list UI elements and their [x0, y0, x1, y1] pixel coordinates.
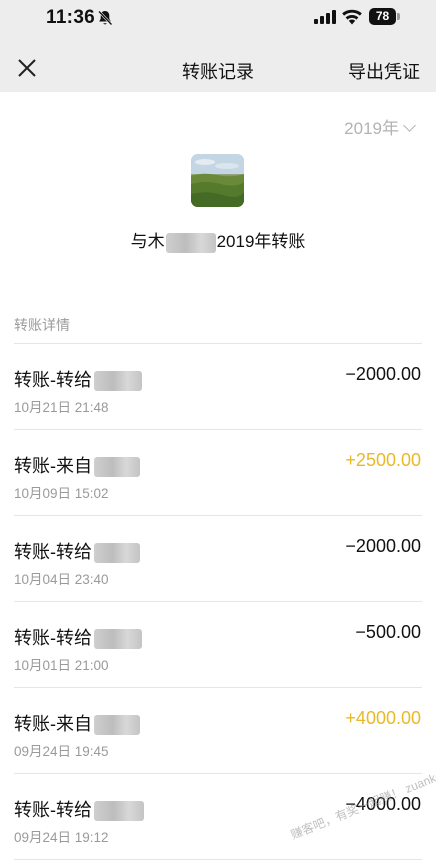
transaction-date: 10月21日 21:48 [14, 400, 109, 415]
wifi-icon [342, 9, 362, 25]
transfer-summary-title: 与木 2019年转账 [0, 227, 436, 253]
transaction-row[interactable]: 转账-转给 09月24日 19:12 −4000.00 [0, 774, 436, 860]
transaction-title: 转账-转给 [14, 366, 142, 392]
status-bar: 11:36 78 [0, 0, 436, 38]
transaction-title: 转账-来自 [14, 452, 140, 478]
transaction-title-text: 转账-转给 [14, 370, 92, 390]
navbar: 转账记录 导出凭证 [0, 38, 436, 92]
transaction-title-text: 转账-来自 [14, 456, 92, 476]
transaction-amount: +2500.00 [345, 450, 421, 470]
transaction-row[interactable]: 转账-来自 09月24日 19:45 +4000.00 [0, 688, 436, 774]
year-selector-label: 2019年 [344, 119, 399, 138]
signal-icon [314, 10, 336, 24]
transaction-amount: −2000.00 [345, 364, 421, 384]
transaction-title-text: 转账-转给 [14, 628, 92, 648]
transaction-title-text: 转账-来自 [14, 714, 92, 734]
year-selector[interactable]: 2019年 [344, 114, 416, 139]
transaction-amount: −2000.00 [345, 536, 421, 556]
redacted-name [94, 371, 142, 392]
transaction-title: 转账-转给 [14, 624, 142, 650]
redacted-name [94, 543, 140, 564]
summary-prefix: 与 [130, 232, 148, 251]
export-voucher-button[interactable]: 导出凭证 [348, 58, 420, 84]
transaction-title: 转账-转给 [14, 796, 144, 822]
bell-muted-icon [98, 10, 113, 26]
redacted-name [94, 801, 144, 822]
transaction-row[interactable]: 转账-转给 10月01日 21:00 −500.00 [0, 602, 436, 688]
battery-level: 78 [369, 8, 396, 25]
redacted-name [165, 232, 216, 253]
transaction-title: 转账-转给 [14, 538, 140, 564]
battery-icon: 78 [369, 8, 401, 25]
transaction-date: 09月24日 19:45 [14, 744, 109, 759]
chevron-down-icon [403, 119, 416, 132]
summary-name-start: 木 [147, 232, 165, 251]
transaction-row[interactable]: 转账-来自 10月09日 15:02 +2500.00 [0, 430, 436, 516]
transaction-row[interactable]: 转账-转给 10月04日 23:40 −2000.00 [0, 516, 436, 602]
transaction-amount: +4000.00 [345, 708, 421, 728]
transaction-title-text: 转账-转给 [14, 800, 92, 820]
transaction-date: 10月09日 15:02 [14, 486, 109, 501]
section-label: 转账详情 [14, 317, 70, 333]
transaction-title: 转账-来自 [14, 710, 140, 736]
transaction-title-text: 转账-转给 [14, 542, 92, 562]
transaction-amount: −500.00 [355, 622, 421, 642]
transaction-row[interactable]: 转账-转给 10月21日 21:48 −2000.00 [0, 344, 436, 430]
transaction-date: 10月01日 21:00 [14, 658, 109, 673]
redacted-name [94, 629, 142, 650]
redacted-name [94, 715, 140, 736]
avatar [191, 154, 244, 207]
summary-suffix: 2019年转账 [216, 232, 306, 251]
transaction-date: 10月04日 23:40 [14, 572, 109, 587]
redacted-name [94, 457, 140, 478]
status-time: 11:36 [46, 7, 96, 28]
transaction-date: 09月24日 19:12 [14, 830, 109, 845]
